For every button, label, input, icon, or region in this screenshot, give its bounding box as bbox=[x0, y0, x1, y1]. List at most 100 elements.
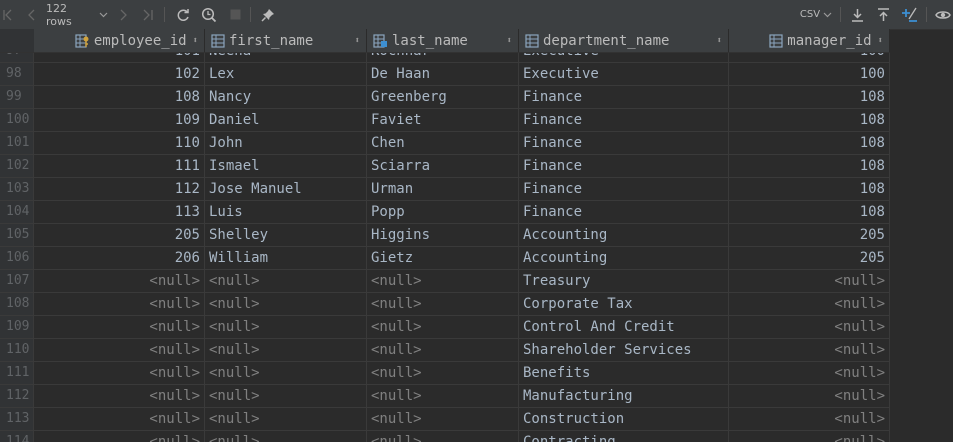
first-page-button[interactable] bbox=[0, 0, 14, 29]
cell-department_name[interactable]: Finance bbox=[519, 86, 729, 108]
compare-button[interactable] bbox=[898, 0, 922, 29]
table-row[interactable]: 114 <null> <null> <null> Contracting <null> bbox=[0, 431, 890, 442]
cell-department_name[interactable]: Shareholder Services bbox=[519, 339, 729, 361]
table-row[interactable]: 101 110 John Chen Finance 108 bbox=[0, 132, 890, 155]
cell-employee_id[interactable]: <null> bbox=[34, 339, 205, 361]
refresh-button[interactable] bbox=[172, 0, 194, 29]
cell-manager_id[interactable]: 108 bbox=[729, 155, 890, 177]
column-header-first_name[interactable]: first_name ⬍ bbox=[205, 29, 367, 52]
cell-last_name[interactable]: <null> bbox=[367, 408, 519, 430]
cell-employee_id[interactable]: 111 bbox=[34, 155, 205, 177]
cell-employee_id[interactable]: <null> bbox=[34, 431, 205, 442]
column-header-manager_id[interactable]: manager_id ⬍ bbox=[729, 29, 890, 52]
cell-last_name[interactable]: <null> bbox=[367, 293, 519, 315]
cell-employee_id[interactable]: 109 bbox=[34, 109, 205, 131]
cell-last_name[interactable]: Urman bbox=[367, 178, 519, 200]
cell-last_name[interactable]: Faviet bbox=[367, 109, 519, 131]
cell-manager_id[interactable]: <null> bbox=[729, 385, 890, 407]
table-row[interactable]: 111 <null> <null> <null> Benefits <null> bbox=[0, 362, 890, 385]
cell-department_name[interactable]: Treasury bbox=[519, 270, 729, 292]
cell-last_name[interactable]: <null> bbox=[367, 270, 519, 292]
cell-first_name[interactable]: Nancy bbox=[205, 86, 367, 108]
table-row[interactable]: 100 109 Daniel Faviet Finance 108 bbox=[0, 109, 890, 132]
cell-department_name[interactable]: Manufacturing bbox=[519, 385, 729, 407]
cell-manager_id[interactable]: 108 bbox=[729, 132, 890, 154]
cell-manager_id[interactable]: <null> bbox=[729, 431, 890, 442]
cell-employee_id[interactable]: <null> bbox=[34, 408, 205, 430]
cell-manager_id[interactable]: <null> bbox=[729, 293, 890, 315]
row-count-dropdown[interactable]: 122 rows bbox=[46, 0, 108, 29]
cell-department_name[interactable]: Finance bbox=[519, 201, 729, 223]
cell-department_name[interactable]: Control And Credit bbox=[519, 316, 729, 338]
cell-employee_id[interactable]: <null> bbox=[34, 316, 205, 338]
cell-department_name[interactable]: Construction bbox=[519, 408, 729, 430]
view-button[interactable] bbox=[932, 0, 953, 29]
cell-first_name[interactable]: <null> bbox=[205, 293, 367, 315]
cell-employee_id[interactable]: 110 bbox=[34, 132, 205, 154]
cell-first_name[interactable]: <null> bbox=[205, 431, 367, 442]
cell-employee_id[interactable]: 113 bbox=[34, 201, 205, 223]
cell-manager_id[interactable]: <null> bbox=[729, 362, 890, 384]
cell-first_name[interactable]: William bbox=[205, 247, 367, 269]
cell-manager_id[interactable]: 108 bbox=[729, 201, 890, 223]
cell-employee_id[interactable]: 108 bbox=[34, 86, 205, 108]
history-button[interactable] bbox=[198, 0, 220, 29]
cell-manager_id[interactable]: <null> bbox=[729, 316, 890, 338]
column-header-department_name[interactable]: department_name ⬍ bbox=[519, 29, 729, 52]
table-row[interactable]: 106 206 William Gietz Accounting 205 bbox=[0, 247, 890, 270]
export-format-dropdown[interactable]: CSV bbox=[798, 0, 834, 29]
cell-last_name[interactable]: Greenberg bbox=[367, 86, 519, 108]
cell-employee_id[interactable]: 101 bbox=[34, 53, 205, 62]
cell-department_name[interactable]: Corporate Tax bbox=[519, 293, 729, 315]
table-row[interactable]: 113 <null> <null> <null> Construction <null> bbox=[0, 408, 890, 431]
results-grid[interactable]: 97101NeenaKochharExecutive10098102LexDe … bbox=[0, 53, 953, 442]
cell-department_name[interactable]: Contracting bbox=[519, 431, 729, 442]
table-row[interactable]: 110 <null> <null> <null> Shareholder Service… bbox=[0, 339, 890, 362]
next-page-button[interactable] bbox=[114, 0, 132, 29]
table-row[interactable]: 102 111 Ismael Sciarra Finance 108 bbox=[0, 155, 890, 178]
prev-page-button[interactable] bbox=[22, 0, 42, 29]
table-row[interactable]: 99 108 Nancy Greenberg Finance 108 bbox=[0, 86, 890, 109]
table-row[interactable]: 97101NeenaKochharExecutive100 bbox=[0, 53, 890, 63]
cell-employee_id[interactable]: 205 bbox=[34, 224, 205, 246]
cell-last_name[interactable]: De Haan bbox=[367, 63, 519, 85]
pin-button[interactable] bbox=[258, 0, 278, 29]
cell-employee_id[interactable]: <null> bbox=[34, 362, 205, 384]
cell-first_name[interactable]: <null> bbox=[205, 270, 367, 292]
table-row[interactable]: 105 205 Shelley Higgins Accounting 205 bbox=[0, 224, 890, 247]
cell-first_name[interactable]: Daniel bbox=[205, 109, 367, 131]
last-page-button[interactable] bbox=[138, 0, 158, 29]
cell-manager_id[interactable]: 100 bbox=[729, 53, 890, 62]
cell-manager_id[interactable]: <null> bbox=[729, 408, 890, 430]
cell-first_name[interactable]: <null> bbox=[205, 385, 367, 407]
cell-employee_id[interactable]: <null> bbox=[34, 293, 205, 315]
cell-last_name[interactable]: <null> bbox=[367, 385, 519, 407]
cell-employee_id[interactable]: 102 bbox=[34, 63, 205, 85]
cell-department_name[interactable]: Finance bbox=[519, 132, 729, 154]
cell-employee_id[interactable]: 112 bbox=[34, 178, 205, 200]
table-row[interactable]: 98 102 Lex De Haan Executive 100 bbox=[0, 63, 890, 86]
upload-button[interactable] bbox=[872, 0, 894, 29]
cell-first_name[interactable]: <null> bbox=[205, 339, 367, 361]
cell-manager_id[interactable]: <null> bbox=[729, 270, 890, 292]
cell-first_name[interactable]: Jose Manuel bbox=[205, 178, 367, 200]
column-header-employee_id[interactable]: employee_id ⬍ bbox=[34, 29, 205, 52]
cell-last_name[interactable]: <null> bbox=[367, 339, 519, 361]
table-row[interactable]: 103 112 Jose Manuel Urman Finance 108 bbox=[0, 178, 890, 201]
cell-first_name[interactable]: Shelley bbox=[205, 224, 367, 246]
cell-department_name[interactable]: Accounting bbox=[519, 224, 729, 246]
cell-last_name[interactable]: Chen bbox=[367, 132, 519, 154]
download-button[interactable] bbox=[846, 0, 868, 29]
table-row[interactable]: 109 <null> <null> <null> Control And Credit <… bbox=[0, 316, 890, 339]
table-row[interactable]: 108 <null> <null> <null> Corporate Tax <null> bbox=[0, 293, 890, 316]
column-header-last_name[interactable]: last_name ⬍ bbox=[367, 29, 519, 52]
cell-first_name[interactable]: Neena bbox=[205, 53, 367, 62]
cell-department_name[interactable]: Benefits bbox=[519, 362, 729, 384]
cell-department_name[interactable]: Finance bbox=[519, 178, 729, 200]
cell-department_name[interactable]: Accounting bbox=[519, 247, 729, 269]
cell-first_name[interactable]: Luis bbox=[205, 201, 367, 223]
cell-department_name[interactable]: Executive bbox=[519, 53, 729, 62]
cell-employee_id[interactable]: 206 bbox=[34, 247, 205, 269]
sort-icon[interactable]: ⬍ bbox=[355, 36, 360, 46]
cell-first_name[interactable]: <null> bbox=[205, 408, 367, 430]
